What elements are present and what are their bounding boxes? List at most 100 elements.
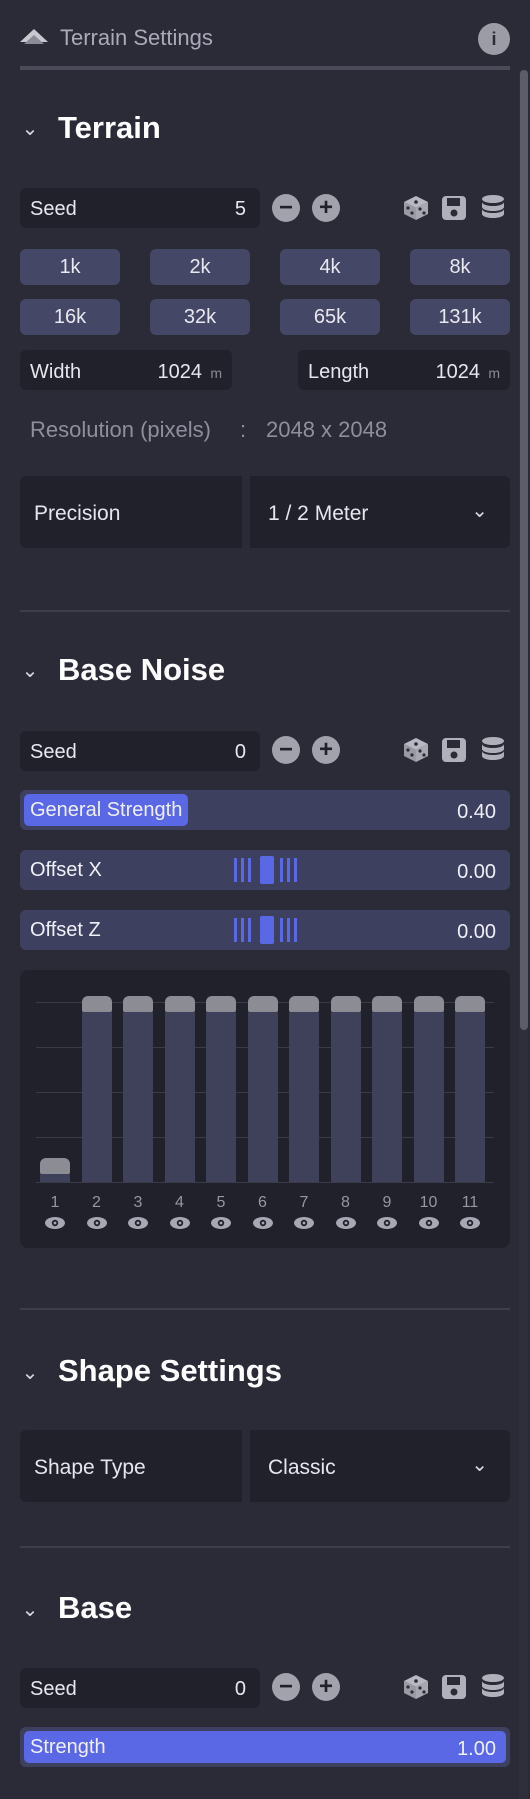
visibility-eye-icon[interactable]: [82, 1216, 112, 1230]
save-floppy-icon[interactable]: [440, 1673, 468, 1701]
decrement-seed-button[interactable]: −: [272, 1673, 300, 1701]
size-2k-button[interactable]: 2k: [150, 249, 250, 285]
octave-strength-chart[interactable]: 1 2 3 4 5 6 7 8 9 10 11: [20, 970, 510, 1248]
size-8k-button[interactable]: 8k: [410, 249, 510, 285]
octave-label: 11: [461, 1194, 479, 1211]
octave-bar-handle[interactable]: [164, 996, 195, 1012]
seed-value: 5: [234, 198, 246, 220]
increment-seed-button[interactable]: +: [312, 194, 340, 222]
random-dice-icon[interactable]: [402, 736, 430, 764]
offset-drag-handle[interactable]: [234, 856, 300, 884]
scrollbar-thumb[interactable]: [520, 70, 528, 1030]
octave-bar-handle[interactable]: [123, 996, 153, 1012]
collapse-chevron-icon[interactable]: ⌄: [19, 1360, 41, 1385]
visibility-eye-icon[interactable]: [289, 1216, 319, 1230]
octave-bar[interactable]: [206, 1010, 236, 1182]
shape-type-value: Classic: [268, 1456, 336, 1479]
collapse-chevron-icon[interactable]: ⌄: [19, 658, 41, 683]
size-1k-button[interactable]: 1k: [20, 249, 120, 285]
width-field[interactable]: Width 1024 m: [20, 350, 232, 390]
base-seed-field[interactable]: Seed 0: [20, 1668, 260, 1708]
size-131k-button[interactable]: 131k: [410, 299, 510, 335]
octave-bar[interactable]: [330, 1010, 361, 1182]
length-field[interactable]: Length 1024 m: [298, 350, 510, 390]
section-title-shape-settings[interactable]: Shape Settings: [58, 1353, 282, 1389]
visibility-eye-icon[interactable]: [455, 1216, 485, 1230]
octave-bar[interactable]: [372, 1010, 402, 1182]
offset-x-slider[interactable]: Offset X 0.00: [20, 850, 510, 890]
random-dice-icon[interactable]: [402, 1673, 430, 1701]
increment-seed-button[interactable]: +: [312, 736, 340, 764]
octave-label: 7: [299, 1194, 309, 1211]
section-divider: [20, 1308, 510, 1310]
octave-bar-handle[interactable]: [330, 996, 361, 1012]
random-dice-icon[interactable]: [402, 194, 430, 222]
offset-z-slider[interactable]: Offset Z 0.00: [20, 910, 510, 950]
visibility-eye-icon[interactable]: [372, 1216, 402, 1230]
octave-bar[interactable]: [247, 1010, 278, 1182]
decrement-seed-button[interactable]: −: [272, 736, 300, 764]
base-strength-slider[interactable]: Strength 1.00: [20, 1727, 510, 1767]
chart-baseline: [36, 1182, 494, 1183]
length-label: Length: [308, 361, 370, 383]
size-16k-button[interactable]: 16k: [20, 299, 120, 335]
octave-bar-handle[interactable]: [40, 1158, 70, 1174]
octave-bar-handle[interactable]: [289, 996, 319, 1012]
general-strength-slider[interactable]: General Strength 0.40: [20, 790, 510, 830]
chevron-down-icon: ⌄: [471, 1454, 488, 1476]
octave-bar-handle[interactable]: [372, 996, 402, 1012]
collapse-chevron-icon[interactable]: ⌄: [19, 1597, 41, 1622]
precision-dropdown[interactable]: 1 / 2 Meter ⌄: [250, 476, 510, 548]
slider-value: 0.00: [457, 921, 496, 943]
section-title-terrain[interactable]: Terrain: [58, 110, 161, 146]
shape-type-label: Shape Type: [34, 1456, 146, 1479]
octave-label: 5: [216, 1194, 226, 1211]
octave-bar[interactable]: [123, 1010, 153, 1182]
slider-value: 0.40: [457, 801, 496, 823]
decrement-seed-button[interactable]: −: [272, 194, 300, 222]
octave-bar[interactable]: [81, 1010, 112, 1182]
database-icon[interactable]: [479, 736, 507, 764]
save-floppy-icon[interactable]: [440, 736, 468, 764]
octave-bar[interactable]: [164, 1010, 195, 1182]
offset-drag-handle[interactable]: [234, 916, 300, 944]
visibility-eye-icon[interactable]: [206, 1216, 236, 1230]
octave-bar-handle[interactable]: [81, 996, 112, 1012]
collapse-chevron-icon[interactable]: ⌄: [19, 116, 41, 141]
visibility-eye-icon[interactable]: [165, 1216, 195, 1230]
size-32k-button[interactable]: 32k: [150, 299, 250, 335]
octave-label: 3: [133, 1194, 143, 1211]
width-unit: m: [210, 365, 222, 381]
section-title-base[interactable]: Base: [58, 1590, 132, 1626]
octave-bar[interactable]: [289, 1010, 319, 1182]
visibility-eye-icon[interactable]: [248, 1216, 278, 1230]
visibility-eye-icon[interactable]: [40, 1216, 70, 1230]
slider-value: 0.00: [457, 861, 496, 883]
octave-bar-handle[interactable]: [413, 996, 444, 1012]
shape-type-dropdown[interactable]: Classic ⌄: [250, 1430, 510, 1502]
base-noise-seed-field[interactable]: Seed 0: [20, 731, 260, 771]
length-value: 1024: [435, 361, 481, 383]
chevron-down-icon: ⌄: [471, 500, 488, 522]
size-65k-button[interactable]: 65k: [280, 299, 380, 335]
octave-bar-handle[interactable]: [206, 996, 236, 1012]
visibility-eye-icon[interactable]: [123, 1216, 153, 1230]
octave-bar[interactable]: [455, 1010, 485, 1182]
database-icon[interactable]: [479, 1673, 507, 1701]
slider-label: Offset Z: [30, 919, 101, 941]
save-floppy-icon[interactable]: [440, 194, 468, 222]
visibility-eye-icon[interactable]: [331, 1216, 361, 1230]
seed-label: Seed: [30, 741, 77, 763]
size-4k-button[interactable]: 4k: [280, 249, 380, 285]
octave-bar[interactable]: [413, 1010, 444, 1182]
info-icon[interactable]: i: [478, 23, 510, 55]
octave-bar-handle[interactable]: [455, 996, 485, 1012]
slider-label: Strength: [30, 1736, 106, 1758]
terrain-seed-field[interactable]: Seed 5: [20, 188, 260, 228]
width-label: Width: [30, 361, 82, 383]
visibility-eye-icon[interactable]: [414, 1216, 444, 1230]
octave-bar-handle[interactable]: [247, 996, 278, 1012]
database-icon[interactable]: [479, 194, 507, 222]
increment-seed-button[interactable]: +: [312, 1673, 340, 1701]
section-title-base-noise[interactable]: Base Noise: [58, 652, 225, 688]
